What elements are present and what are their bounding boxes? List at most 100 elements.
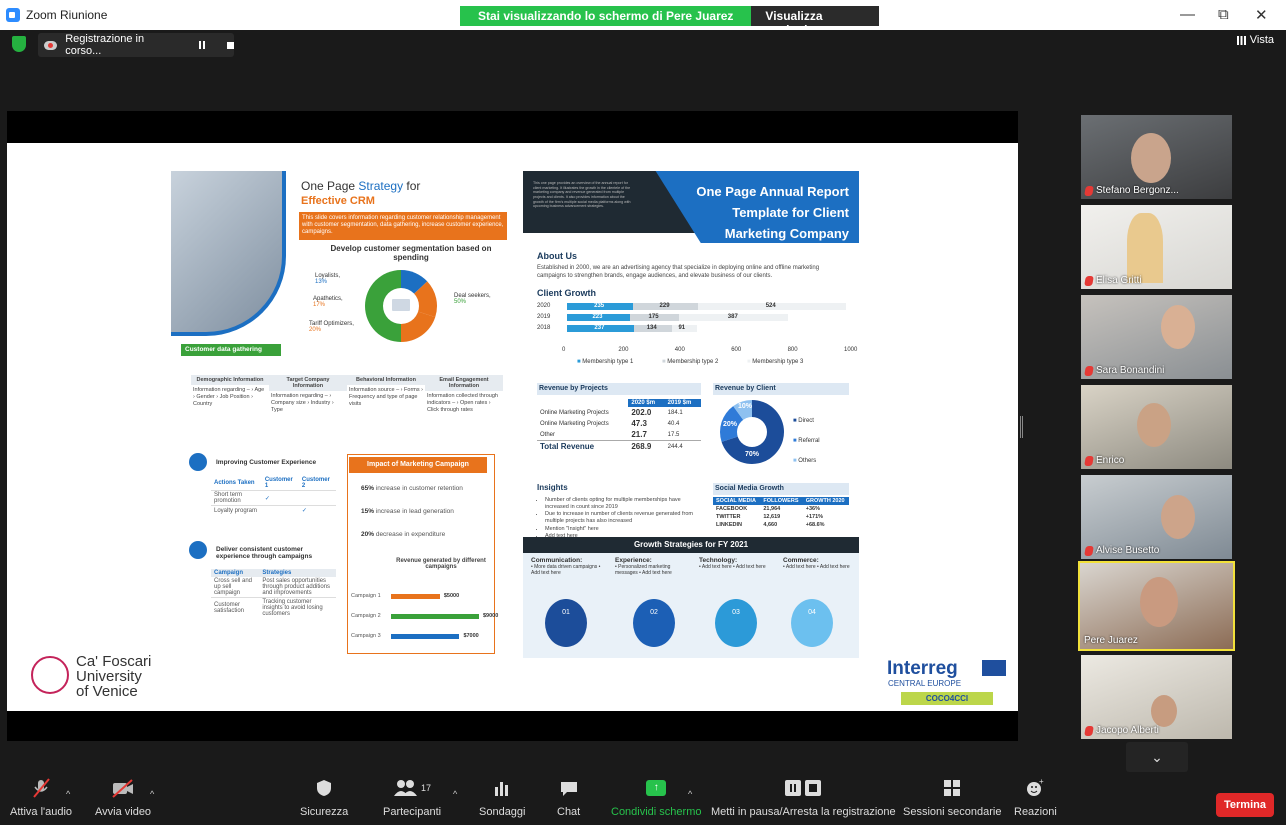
participants-button[interactable]: 17 Partecipanti [383, 775, 441, 818]
campaign-value: $9000 [483, 613, 499, 619]
table-row: Total Revenue 268.9 244.4 [537, 440, 701, 453]
gather-col-4: Email Engagement Information Information… [425, 375, 503, 416]
gather-col-1: Demographic Information Information rega… [191, 375, 269, 410]
growth-legend-item: ■ Membership type 3 [747, 359, 804, 365]
participant-face [1161, 495, 1195, 539]
campaign-bar [391, 614, 479, 619]
social-table: SOCIAL MEDIA FOLLOWERS GROWTH 2020 FACEBOO… [713, 497, 849, 529]
audio-options-caret[interactable]: ^ [66, 789, 70, 799]
growth-category-label: 2019 [537, 314, 551, 320]
share-banner-text: Stai visualizzando lo schermo di Pere Ju… [460, 6, 752, 26]
campaign-value: $7000 [463, 633, 479, 639]
shared-screen: One Page Strategy for Effective CRM This… [7, 111, 1023, 741]
seg-loyalists: Loyalists, 13% [315, 273, 341, 285]
revproj-table: 2020 $m 2019 $m Online Marketing Projects… [537, 399, 701, 452]
right-slide: This one page provides an overview of th… [523, 171, 859, 658]
campaign-bars: Campaign 1 $5000 Campaign 2 $9000 Campaign 3… [351, 593, 498, 653]
view-button[interactable]: Vista [1236, 34, 1274, 46]
splitter-handle[interactable] [1020, 416, 1023, 438]
share-options-caret[interactable]: ^ [688, 789, 692, 799]
deliver-head-row: Campaign Strategies [211, 569, 336, 577]
breakout-grid-icon [943, 775, 961, 801]
reactions-button[interactable]: + Reazioni [1014, 775, 1057, 818]
stop-recording-icon[interactable] [227, 41, 235, 49]
participants-options-caret[interactable]: ^ [453, 789, 457, 799]
client-growth-chart: 2020 235 229 524 2019 223 175 387 2018 237 134 91 0 2… [537, 303, 857, 373]
share-banner: Stai visualizzando lo schermo di Pere Ju… [460, 6, 880, 37]
video-off-icon [110, 775, 136, 801]
participant-name: Pere Juarez [1084, 635, 1138, 646]
chat-icon [559, 775, 579, 801]
strategy-heading: Growth Strategies for FY 2021 [523, 537, 859, 553]
participant-name: Elisa Gritti [1084, 275, 1142, 286]
pie-label-others: 10% [738, 403, 753, 410]
participant-tile[interactable]: Jacopo Alberti [1081, 655, 1232, 739]
growth-axis-tick: 1000 [844, 347, 858, 353]
participant-tile[interactable]: Stefano Bergonz... [1081, 115, 1232, 199]
polls-button[interactable]: Sondaggi [479, 775, 526, 818]
report-header: This one page provides an overview of th… [523, 171, 859, 243]
breakout-button[interactable]: Sessioni secondarie [903, 775, 1001, 818]
impact-row-3: 20% decrease in expenditure [361, 531, 446, 538]
revclient-legend: ■ Direct ■ Referral ■ Others [793, 418, 820, 464]
revproj-head-row: 2020 $m 2019 $m [537, 399, 701, 407]
report-title: One Page Annual Report Template for Clien… [696, 184, 849, 241]
window-titlebar: Zoom Riunione Stai visualizzando lo sche… [0, 0, 1286, 37]
interreg-logo: Interreg [887, 658, 958, 679]
left-slide: One Page Strategy for Effective CRM This… [31, 171, 521, 699]
participant-tile[interactable]: Sara Bonandini [1081, 295, 1232, 379]
pause-recording-button[interactable]: Metti in pausa/Arresta la registrazione [711, 775, 896, 818]
participant-tile[interactable]: Alvise Busetto [1081, 475, 1232, 559]
pie-label-referral: 20% [723, 421, 738, 428]
growth-value-label: 134 [646, 325, 657, 331]
growth-category-label: 2020 [537, 303, 551, 309]
segmentation-title: Develop customer segmentation based on s… [330, 244, 492, 262]
minimize-button[interactable]: — [1180, 6, 1195, 23]
close-button[interactable]: ✕ [1255, 6, 1268, 24]
end-meeting-button[interactable]: Termina [1216, 793, 1274, 817]
growth-value-label: 175 [648, 314, 659, 320]
pause-stop-icon [784, 775, 822, 801]
growth-legend-item: ■ Membership type 1 [577, 359, 634, 365]
mic-muted-icon [1084, 725, 1094, 736]
strategy-2: Experience: • Personalized marketing mess… [615, 557, 672, 576]
growth-legend-item: ■ Membership type 2 [662, 359, 719, 365]
coco4cci-logo: COCO4CCI [901, 692, 993, 705]
restore-button[interactable]: ⧉ [1218, 6, 1229, 23]
interreg-sub: CENTRAL EUROPE [888, 679, 962, 688]
mic-off-icon [30, 775, 52, 801]
campaign-label: Campaign 2 [351, 613, 381, 619]
list-item: Mention "Insight" here [545, 526, 703, 533]
strategy-badge-1: 01 [545, 599, 587, 647]
participant-tile[interactable]: Elisa Gritti [1081, 205, 1232, 289]
participant-tile-active[interactable]: Pere Juarez [1078, 561, 1235, 651]
security-shield-icon[interactable] [12, 36, 26, 52]
social-head-row: SOCIAL MEDIA FOLLOWERS GROWTH 2020 [713, 497, 849, 505]
table-row: Online Marketing Projects 47.3 40.4 [540, 419, 680, 428]
participant-tile[interactable]: Enrico [1081, 385, 1232, 469]
scroll-down-button[interactable]: ⌄ [1126, 742, 1188, 772]
video-button[interactable]: Avvia video [95, 775, 151, 818]
rev-gen-title: Revenue generated by different campaigns [396, 558, 486, 570]
participant-face [1131, 133, 1171, 183]
revproj-heading: Revenue by Projects [537, 383, 701, 395]
chat-button[interactable]: Chat [557, 775, 580, 818]
left-title-line2: Effective CRM [301, 195, 375, 207]
video-options-caret[interactable]: ^ [150, 789, 154, 799]
segmentation-donut [365, 270, 437, 342]
pause-recording-icon[interactable] [198, 41, 206, 49]
about-heading: About Us [537, 251, 577, 261]
impact-row-1: 65% increase in customer retention [361, 485, 463, 492]
gather-col-2: Target Company Information Information r… [269, 375, 347, 416]
chevron-down-icon: ⌄ [1151, 749, 1163, 765]
view-options-button[interactable]: Visualizza opzioni ⌄ [751, 6, 880, 37]
campaign-bar [391, 594, 440, 599]
recording-label: Registrazione in corso... [65, 33, 145, 57]
audio-button[interactable]: Attiva l'audio [10, 775, 72, 818]
mic-muted-icon [1084, 365, 1094, 376]
svg-text:+: + [1039, 778, 1044, 786]
window-title: Zoom Riunione [26, 8, 108, 22]
security-button[interactable]: Sicurezza [300, 775, 348, 818]
seg-apathetics: Apathetics, 17% [313, 296, 343, 308]
mic-muted-icon [1084, 455, 1094, 466]
